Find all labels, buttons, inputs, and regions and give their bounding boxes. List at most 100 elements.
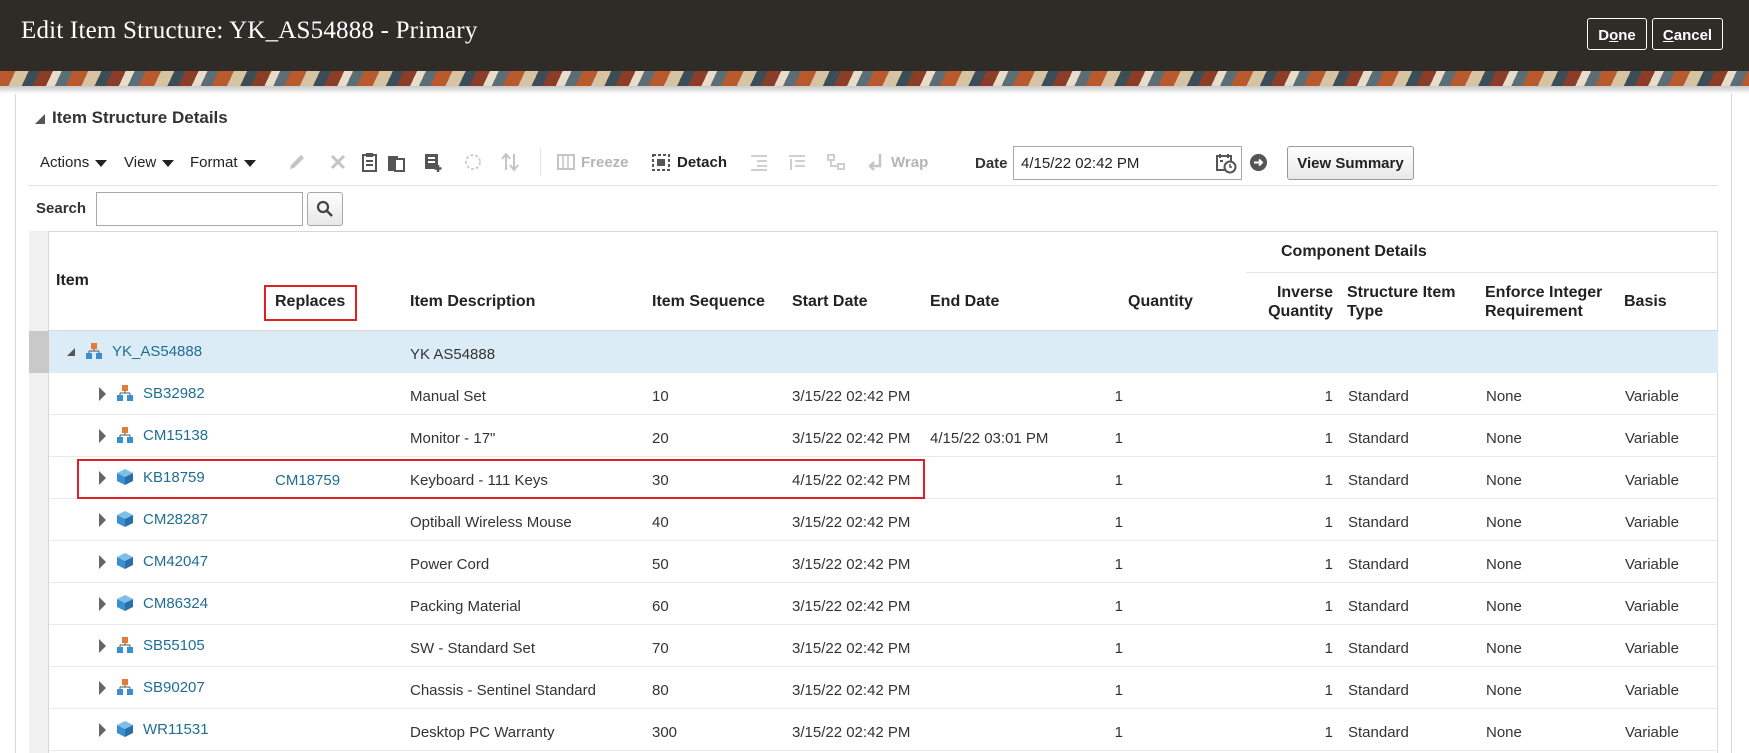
item-link[interactable]: SB55105 bbox=[143, 637, 205, 654]
enforce-integer-requirement: None bbox=[1486, 556, 1522, 573]
table-row[interactable]: WR11531 Desktop PC Warranty 300 3/15/22 02:… bbox=[49, 709, 1718, 751]
toolbar-separator bbox=[540, 148, 541, 176]
expand-triangle-icon[interactable] bbox=[99, 513, 106, 527]
column-header-inverse-quantity[interactable]: Inverse Quantity bbox=[1264, 283, 1333, 321]
column-header-enforce-integer-requirement[interactable]: Enforce Integer Requirement bbox=[1485, 283, 1602, 321]
view-menu[interactable]: View bbox=[124, 154, 175, 171]
inverse-quantity: 1 bbox=[1324, 514, 1333, 531]
item-sequence: 10 bbox=[652, 388, 669, 405]
delete-icon[interactable] bbox=[328, 151, 348, 173]
table-row[interactable]: SB90207 Chassis - Sentinel Standard 80 3/15… bbox=[49, 667, 1718, 709]
edit-pencil-icon[interactable] bbox=[287, 151, 307, 173]
item-description: Manual Set bbox=[410, 388, 486, 405]
sort-icon[interactable] bbox=[500, 151, 520, 173]
structure-item-type: Standard bbox=[1348, 598, 1409, 615]
row-selector-gutter bbox=[29, 231, 49, 753]
indent-icon[interactable] bbox=[749, 151, 769, 173]
cancel-button[interactable]: Cancel bbox=[1652, 18, 1723, 50]
add-row-icon[interactable] bbox=[423, 151, 443, 173]
section-title: Item Structure Details bbox=[52, 108, 228, 127]
column-header-item-sequence[interactable]: Item Sequence bbox=[652, 292, 765, 311]
expand-triangle-icon[interactable] bbox=[99, 681, 106, 695]
freeze-button[interactable]: Freeze bbox=[581, 154, 629, 171]
item-sequence: 20 bbox=[652, 430, 669, 447]
search-input[interactable] bbox=[96, 192, 303, 226]
start-date: 3/15/22 02:42 PM bbox=[792, 598, 911, 615]
table-row[interactable]: SB32982 Manual Set 10 3/15/22 02:42 PM Stand… bbox=[49, 373, 1718, 415]
table-row[interactable]: CM15138 Monitor - 17" 20 3/15/22 02:42 PM 4/… bbox=[49, 415, 1718, 457]
structure-item-type: Standard bbox=[1348, 682, 1409, 699]
column-header-item[interactable]: Item bbox=[56, 271, 89, 290]
column-header-end-date[interactable]: End Date bbox=[930, 292, 999, 311]
hierarchy-icon[interactable] bbox=[826, 151, 846, 173]
item-link[interactable]: CM15138 bbox=[143, 427, 208, 444]
column-header-basis[interactable]: Basis bbox=[1624, 292, 1667, 311]
basis: Variable bbox=[1625, 556, 1679, 573]
column-header-start-date[interactable]: Start Date bbox=[792, 292, 868, 311]
basis: Variable bbox=[1625, 724, 1679, 741]
dropdown-caret-icon bbox=[162, 159, 175, 167]
expand-triangle-icon[interactable] bbox=[99, 723, 106, 737]
table-row-root[interactable]: YK_AS54888 YK AS54888 bbox=[49, 331, 1718, 373]
inverse-quantity: 1 bbox=[1324, 682, 1333, 699]
expand-triangle-icon[interactable] bbox=[99, 639, 106, 653]
expand-triangle-icon[interactable] bbox=[99, 597, 106, 611]
item-sequence: 40 bbox=[652, 514, 669, 531]
panel-border-right bbox=[1731, 94, 1732, 753]
date-input[interactable] bbox=[1013, 146, 1242, 180]
collapse-icon[interactable] bbox=[34, 113, 46, 125]
paste-icon[interactable] bbox=[386, 151, 406, 173]
expand-triangle-icon[interactable] bbox=[99, 555, 106, 569]
column-header-item-description[interactable]: Item Description bbox=[410, 292, 535, 311]
freeze-icon bbox=[557, 154, 575, 170]
column-header-structure-item-type[interactable]: Structure Item Type bbox=[1347, 283, 1455, 321]
item-link[interactable]: CM42047 bbox=[143, 553, 208, 570]
table-row[interactable]: CM86324 Packing Material 60 3/15/22 02:42 P… bbox=[49, 583, 1718, 625]
item-sequence: 300 bbox=[652, 724, 678, 741]
calendar-icon[interactable] bbox=[1215, 152, 1237, 174]
view-summary-button[interactable]: View Summary bbox=[1287, 146, 1414, 180]
done-button[interactable]: Done bbox=[1587, 18, 1647, 50]
cube-icon bbox=[117, 553, 133, 569]
item-link[interactable]: SB32982 bbox=[143, 385, 205, 402]
item-link[interactable]: YK_AS54888 bbox=[112, 343, 202, 360]
table-row[interactable]: SB55105 SW - Standard Set 70 3/15/22 02:42 … bbox=[49, 625, 1718, 667]
quantity: 1 bbox=[1114, 388, 1123, 405]
actions-menu[interactable]: Actions bbox=[40, 154, 108, 171]
start-date: 3/15/22 02:42 PM bbox=[792, 556, 911, 573]
item-link[interactable]: CM86324 bbox=[143, 595, 208, 612]
table-row[interactable]: CM42047 Power Cord 50 3/15/22 02:42 PM Stand… bbox=[49, 541, 1718, 583]
section-header[interactable]: Item Structure Details bbox=[34, 108, 228, 128]
quantity: 1 bbox=[1114, 556, 1123, 573]
copy-icon[interactable] bbox=[360, 151, 380, 173]
structure-icon bbox=[117, 427, 133, 443]
basis: Variable bbox=[1625, 514, 1679, 531]
go-arrow-icon[interactable] bbox=[1250, 154, 1267, 171]
header-banner bbox=[0, 71, 1749, 86]
item-link[interactable]: SB90207 bbox=[143, 679, 205, 696]
table-row[interactable]: CM28287 Optiball Wireless Mouse 40 3/15/22 … bbox=[49, 499, 1718, 541]
expanded-triangle-icon[interactable] bbox=[66, 347, 76, 357]
search-button[interactable] bbox=[307, 192, 343, 226]
detach-button[interactable]: Detach bbox=[677, 154, 727, 171]
inverse-quantity: 1 bbox=[1324, 430, 1333, 447]
cube-icon bbox=[117, 511, 133, 527]
row-selector-active[interactable] bbox=[29, 331, 49, 373]
expand-triangle-icon[interactable] bbox=[99, 387, 106, 401]
format-menu[interactable]: Format bbox=[190, 154, 256, 171]
item-description: Monitor - 17" bbox=[410, 430, 496, 447]
structure-item-type: Standard bbox=[1348, 556, 1409, 573]
explode-icon[interactable] bbox=[463, 151, 483, 173]
inverse-quantity: 1 bbox=[1324, 388, 1333, 405]
structure-icon bbox=[117, 679, 133, 695]
structure-item-type: Standard bbox=[1348, 724, 1409, 741]
outdent-icon[interactable] bbox=[787, 151, 807, 173]
item-link[interactable]: WR11531 bbox=[143, 721, 209, 738]
column-header-quantity[interactable]: Quantity bbox=[1128, 292, 1193, 311]
dropdown-caret-icon bbox=[243, 159, 256, 167]
item-link[interactable]: CM28287 bbox=[143, 511, 208, 528]
expand-triangle-icon[interactable] bbox=[99, 429, 106, 443]
wrap-button[interactable]: Wrap bbox=[891, 154, 928, 171]
wrap-icon bbox=[868, 154, 882, 171]
inverse-quantity: 1 bbox=[1324, 598, 1333, 615]
